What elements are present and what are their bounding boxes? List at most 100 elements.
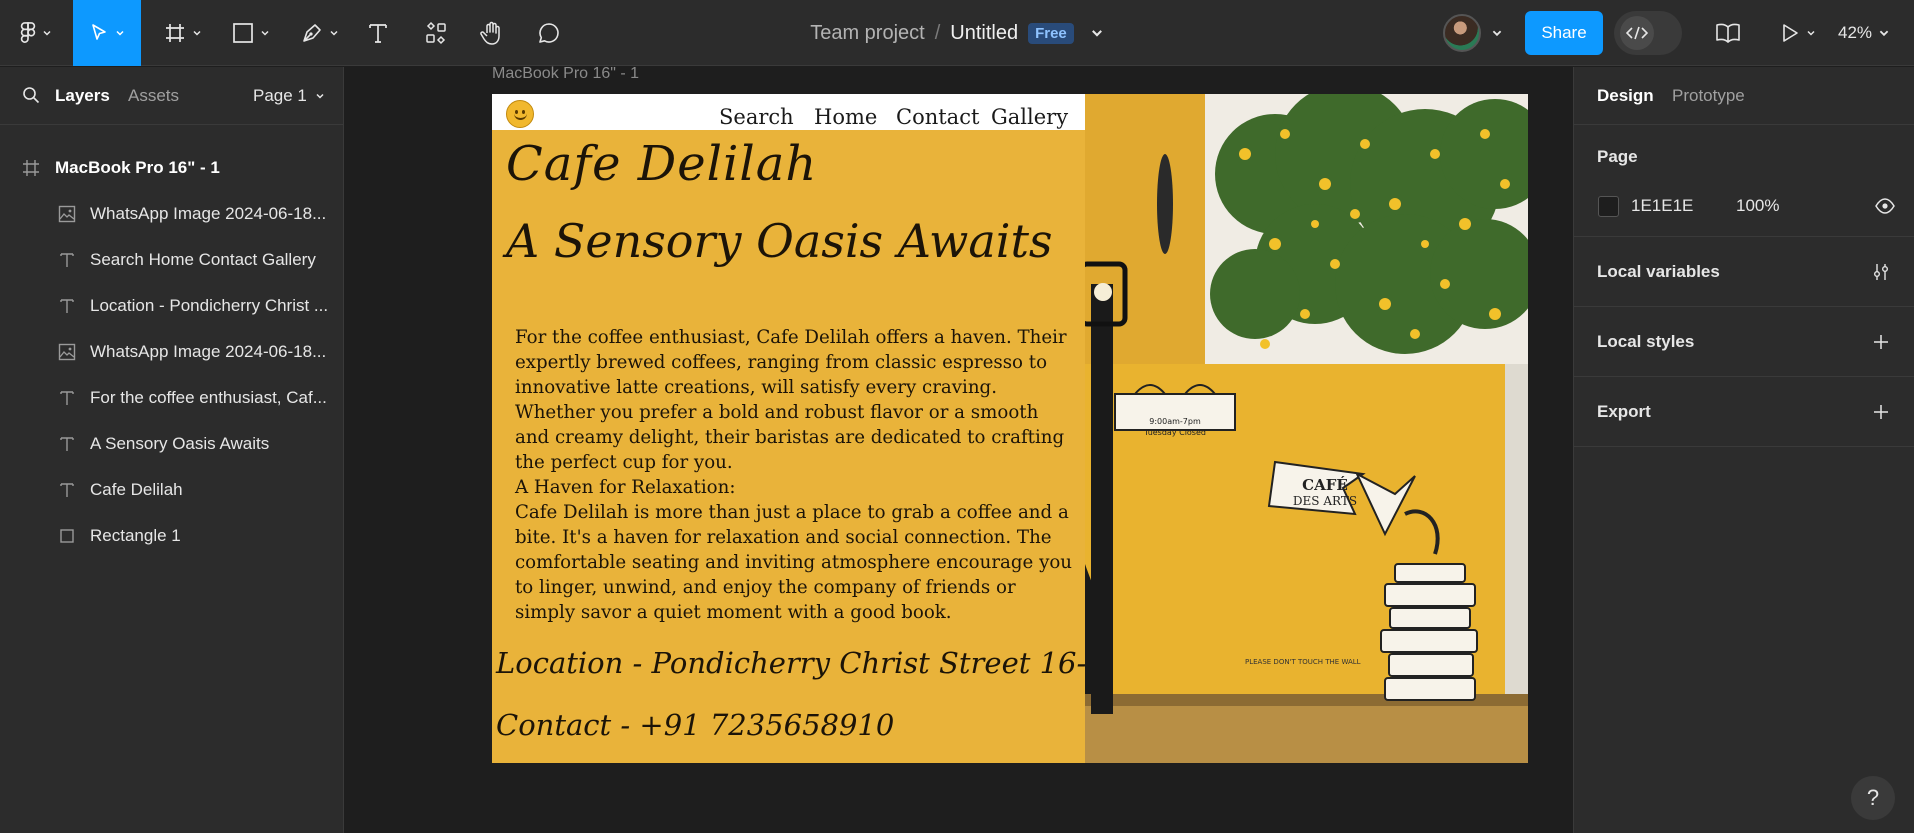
file-name[interactable]: Untitled	[950, 22, 1018, 45]
text-icon	[369, 24, 387, 43]
site-nav-bar: Search Home Contact Gallery	[492, 94, 1085, 130]
rectangle-icon	[60, 529, 74, 543]
hand-tool-button[interactable]	[475, 0, 509, 66]
variables-settings-icon[interactable]	[1872, 263, 1890, 281]
team-name[interactable]: Team project	[810, 22, 925, 45]
text-icon	[60, 391, 74, 405]
rectangle-icon	[233, 23, 253, 43]
zoom-level: 42%	[1838, 23, 1873, 42]
book-icon	[1716, 23, 1740, 43]
tab-prototype[interactable]: Prototype	[1672, 86, 1745, 106]
image-icon	[58, 205, 76, 223]
frame-label[interactable]: MacBook Pro 16" - 1	[492, 65, 639, 83]
local-variables-section[interactable]: Local variables	[1574, 237, 1914, 307]
properties-panel-tabs: Design Prototype	[1574, 67, 1914, 125]
pen-tool-button[interactable]	[295, 0, 345, 66]
plus-icon[interactable]	[1872, 333, 1890, 351]
description-heading: A Haven for Relaxation:	[515, 477, 736, 498]
avatar[interactable]	[1443, 14, 1481, 52]
page-heading: Page	[1597, 147, 1638, 166]
cafe-photo[interactable]: 9:00am-7pm Tuesday Closed CAFÉ DES ARTS …	[1085, 94, 1528, 763]
layer-frame[interactable]: MacBook Pro 16" - 1	[0, 145, 343, 191]
nav-contact[interactable]: Contact	[896, 105, 979, 129]
page-section: Page	[1574, 125, 1914, 237]
layer-label: For the coffee enthusiast, Caf...	[90, 388, 327, 407]
layer-text[interactable]: For the coffee enthusiast, Caf...	[0, 375, 343, 421]
description-text[interactable]: For the coffee enthusiast, Cafe Delilah …	[515, 325, 1075, 625]
components-tool-button[interactable]	[420, 0, 452, 66]
chevron-down-icon	[1807, 30, 1815, 36]
description-paragraph: For the coffee enthusiast, Cafe Delilah …	[515, 327, 1067, 473]
cafe-title[interactable]: Cafe Delilah	[506, 136, 817, 192]
nav-gallery[interactable]: Gallery	[991, 105, 1068, 129]
local-styles-heading: Local styles	[1597, 332, 1695, 351]
zoom-control[interactable]: 42%	[1838, 0, 1890, 66]
page-color-swatch[interactable]	[1598, 196, 1619, 217]
layer-image[interactable]: WhatsApp Image 2024-06-18...	[0, 329, 343, 375]
location-text[interactable]: Location - Pondicherry Christ Street 16-…	[496, 646, 1133, 680]
contact-text[interactable]: Contact - +91 7235658910	[496, 708, 894, 742]
frame-icon	[166, 24, 184, 42]
layer-label: Cafe Delilah	[90, 480, 183, 499]
hours-sign-line2: Tuesday Closed	[1143, 428, 1206, 437]
export-section[interactable]: Export	[1574, 377, 1914, 447]
hand-icon	[480, 21, 500, 45]
share-button[interactable]: Share	[1525, 11, 1603, 55]
components-icon	[426, 21, 446, 45]
layer-text[interactable]: Location - Pondicherry Christ ...	[0, 283, 343, 329]
cafe-subtitle[interactable]: A Sensory Oasis Awaits	[506, 214, 1053, 268]
chevron-down-icon	[1879, 30, 1889, 37]
description-paragraph: Cafe Delilah is more than just a place t…	[515, 502, 1073, 623]
chevron-down-icon	[116, 30, 124, 36]
properties-panel: Design Prototype Page 1E1E1E 100% Local …	[1573, 67, 1914, 833]
layer-text[interactable]: Search Home Contact Gallery	[0, 237, 343, 283]
layer-label: WhatsApp Image 2024-06-18...	[90, 204, 327, 223]
tab-assets[interactable]: Assets	[128, 86, 179, 106]
library-button[interactable]	[1712, 0, 1744, 66]
layers-panel-tabs: Layers Assets Page 1	[0, 67, 343, 125]
chevron-down-icon	[261, 30, 269, 36]
local-styles-section[interactable]: Local styles	[1574, 307, 1914, 377]
help-button[interactable]: ?	[1851, 776, 1895, 820]
chevron-down-icon	[193, 30, 201, 36]
artboard[interactable]: Search Home Contact Gallery Cafe Delilah…	[492, 94, 1528, 763]
tab-design[interactable]: Design	[1597, 86, 1654, 106]
frame-icon	[23, 160, 39, 176]
dev-mode-knob	[1620, 16, 1654, 50]
layer-label: A Sensory Oasis Awaits	[90, 434, 270, 453]
layer-rectangle[interactable]: Rectangle 1	[0, 513, 343, 559]
plan-badge: Free	[1028, 22, 1074, 44]
chevron-down-icon[interactable]	[1491, 27, 1503, 39]
code-icon	[1626, 26, 1648, 40]
chevron-down-icon	[43, 30, 51, 36]
nav-search[interactable]: Search	[719, 105, 794, 129]
move-tool-button[interactable]	[73, 0, 141, 66]
dev-mode-toggle[interactable]	[1614, 11, 1682, 55]
layer-label: Rectangle 1	[90, 526, 181, 545]
layer-label: MacBook Pro 16" - 1	[55, 158, 220, 177]
text-tool-button[interactable]	[362, 0, 394, 66]
search-icon[interactable]	[22, 86, 40, 104]
chevron-down-icon[interactable]	[1090, 26, 1104, 40]
main-menu-button[interactable]	[14, 0, 58, 66]
frame-tool-button[interactable]	[158, 0, 208, 66]
layer-image[interactable]: WhatsApp Image 2024-06-18...	[0, 191, 343, 237]
layer-label: Search Home Contact Gallery	[90, 250, 316, 269]
cafe-photo-illustration: 9:00am-7pm Tuesday Closed CAFÉ DES ARTS …	[1085, 94, 1528, 763]
layer-text[interactable]: A Sensory Oasis Awaits	[0, 421, 343, 467]
text-icon	[60, 299, 74, 313]
pen-icon	[303, 24, 321, 42]
present-button[interactable]	[1776, 0, 1820, 66]
shape-tool-button[interactable]	[226, 0, 276, 66]
layer-text[interactable]: Cafe Delilah	[0, 467, 343, 513]
comment-tool-button[interactable]	[533, 0, 565, 66]
page-color-value[interactable]: 1E1E1E	[1631, 196, 1693, 216]
figma-logo-icon	[20, 22, 36, 43]
nav-home[interactable]: Home	[814, 105, 877, 129]
cafe-sign-line2: DES ARTS	[1293, 494, 1357, 508]
plus-icon[interactable]	[1872, 403, 1890, 421]
page-selector[interactable]: Page 1	[253, 86, 325, 106]
eye-icon[interactable]	[1875, 198, 1895, 214]
tab-layers[interactable]: Layers	[55, 86, 110, 106]
page-opacity-value[interactable]: 100%	[1736, 196, 1779, 216]
